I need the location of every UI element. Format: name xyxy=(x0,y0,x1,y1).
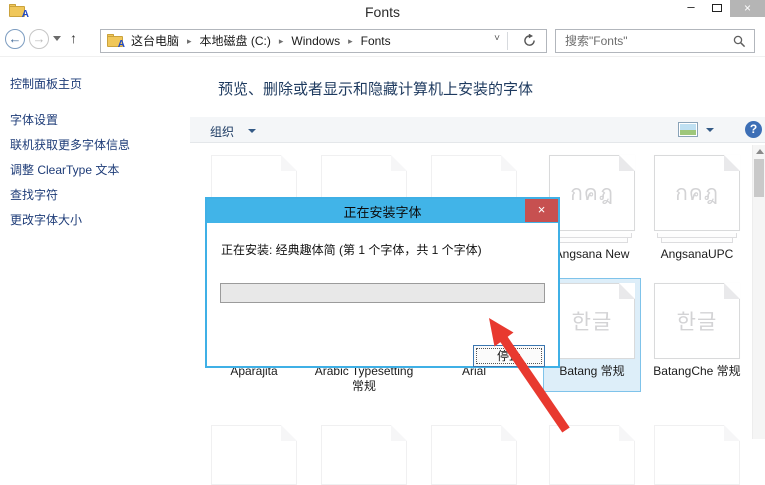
sidebar-item-5[interactable]: 更改字体大小 xyxy=(10,211,82,228)
page-title: 预览、删除或者显示和隐藏计算机上安装的字体 xyxy=(218,78,533,99)
window-title: Fonts xyxy=(0,4,765,20)
address-bar[interactable]: 这台电脑▸本地磁盘 (C:)▸Windows▸Fonts ˅ xyxy=(100,29,547,53)
search-icon[interactable] xyxy=(733,35,746,53)
search-input[interactable] xyxy=(556,30,728,52)
search-box xyxy=(555,29,755,53)
breadcrumb-item[interactable]: 这台电脑 xyxy=(129,30,181,52)
font-tile-peek[interactable] xyxy=(321,425,407,485)
window-titlebar: Fonts – × xyxy=(0,0,765,25)
stacked-page-edge xyxy=(556,238,628,243)
picture-icon xyxy=(680,124,696,135)
scrollbar-thumb[interactable] xyxy=(754,159,764,197)
install-status-text: 正在安装: 经典趣体简 (第 1 个字体，共 1 个字体) xyxy=(221,241,482,258)
installing-fonts-dialog: 正在安装字体 × 正在安装: 经典趣体简 (第 1 个字体，共 1 个字体) 停… xyxy=(205,197,560,368)
breadcrumb-separator-icon: ▸ xyxy=(342,30,359,52)
address-dropdown-icon[interactable]: ˅ xyxy=(494,33,500,44)
stop-button[interactable]: 停止 xyxy=(473,345,545,367)
forward-button[interactable]: → xyxy=(29,29,49,49)
sidebar-item-4[interactable]: 查找字符 xyxy=(10,186,58,203)
breadcrumb-item[interactable]: 本地磁盘 (C:) xyxy=(198,30,273,52)
font-tile-label: AngsanaUPC xyxy=(642,247,752,262)
navigation-bar: ← → ↑ 这台电脑▸本地磁盘 (C:)▸Windows▸Fonts ˅ xyxy=(0,25,765,57)
sidebar-item-control-panel-home[interactable]: 控制面板主页 xyxy=(10,75,82,92)
refresh-icon[interactable] xyxy=(523,34,536,52)
address-folder-icon xyxy=(107,34,123,48)
back-button[interactable]: ← xyxy=(5,29,25,49)
font-preview-glyph: 한글 xyxy=(550,284,634,358)
command-bar: 组织 xyxy=(190,117,765,143)
up-button[interactable]: ↑ xyxy=(70,30,77,46)
sidebar-item-2[interactable]: 联机获取更多字体信息 xyxy=(10,136,130,153)
font-tile-peek[interactable] xyxy=(654,425,740,485)
vertical-scrollbar[interactable] xyxy=(752,145,765,439)
page-fold-icon xyxy=(281,155,297,171)
sidebar-item-1[interactable]: 字体设置 xyxy=(10,111,58,128)
maximize-icon xyxy=(712,4,722,12)
maximize-button[interactable] xyxy=(706,0,728,18)
sidebar-item-3[interactable]: 调整 ClearType 文本 xyxy=(10,161,119,178)
breadcrumb-separator-icon: ▸ xyxy=(273,30,290,52)
stacked-page-edge xyxy=(661,238,733,243)
breadcrumb: 这台电脑▸本地磁盘 (C:)▸Windows▸Fonts xyxy=(129,30,393,52)
font-tile-peek[interactable] xyxy=(549,425,635,485)
font-preview-glyph: กคฎ xyxy=(550,156,634,230)
focus-rect xyxy=(476,348,542,364)
page-fold-icon xyxy=(501,155,517,171)
breadcrumb-item[interactable]: Fonts xyxy=(359,30,393,52)
minimize-button[interactable]: – xyxy=(680,0,702,18)
help-icon[interactable] xyxy=(745,121,762,138)
change-view-button[interactable] xyxy=(678,122,698,137)
organize-button[interactable]: 组织 xyxy=(210,123,234,140)
font-tile-peek[interactable] xyxy=(211,425,297,485)
font-tile-batang[interactable]: 한글 xyxy=(549,283,635,359)
dialog-titlebar: 正在安装字体 xyxy=(207,199,558,223)
views-dropdown-icon[interactable] xyxy=(706,128,714,132)
scroll-up-icon[interactable] xyxy=(756,149,764,154)
font-preview-glyph: 한글 xyxy=(655,284,739,358)
address-divider xyxy=(507,32,508,50)
chevron-down-icon xyxy=(248,129,256,133)
font-tile-label: BatangChe 常规 xyxy=(642,364,752,379)
page-fold-icon xyxy=(391,155,407,171)
font-tile-angsanaupc[interactable]: กคฎ xyxy=(654,155,740,231)
close-button[interactable]: × xyxy=(730,0,765,17)
font-tile-label: Arabic Typesetting 常规 xyxy=(309,364,419,394)
font-preview-glyph: กคฎ xyxy=(655,156,739,230)
font-tile-batangche[interactable]: 한글 xyxy=(654,283,740,359)
font-tile-peek[interactable] xyxy=(431,425,517,485)
breadcrumb-separator-icon: ▸ xyxy=(181,30,198,52)
dialog-title: 正在安装字体 xyxy=(207,202,558,221)
breadcrumb-item[interactable]: Windows xyxy=(289,30,342,52)
dialog-close-button[interactable]: × xyxy=(525,199,558,222)
font-tile-angsana-new[interactable]: กคฎ xyxy=(549,155,635,231)
install-progress-bar xyxy=(220,283,545,303)
recent-locations-dropdown-icon[interactable] xyxy=(53,36,61,41)
